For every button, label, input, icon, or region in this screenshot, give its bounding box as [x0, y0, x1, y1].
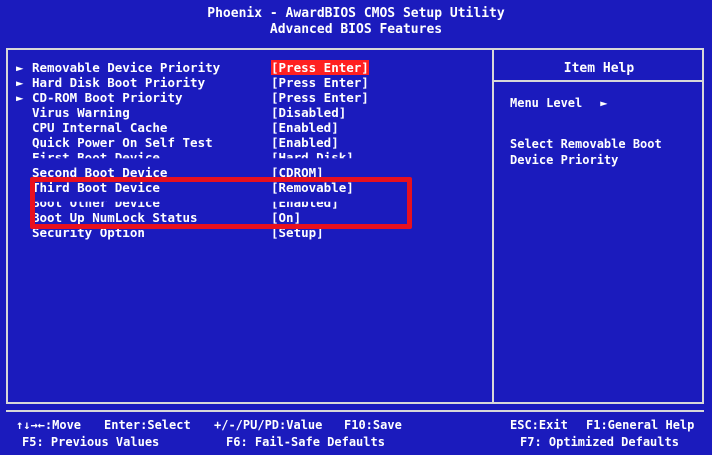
- setting-label: Virus Warning: [32, 105, 130, 120]
- setting-hard-disk-boot-priority[interactable]: ► Hard Disk Boot Priority [Press Enter]: [16, 75, 486, 90]
- setting-virus-warning[interactable]: Virus Warning [Disabled]: [16, 105, 486, 120]
- triangle-right-icon: ►: [16, 90, 24, 105]
- key-legend: ↑↓→←:Move Enter:Select +/-/PU/PD:Value F…: [0, 417, 712, 455]
- setting-first-boot-device[interactable]: First Boot Device [Hard Disk]: [16, 150, 486, 165]
- key-enter: Enter:Select: [104, 418, 191, 432]
- setting-cdrom-boot-priority[interactable]: ► CD-ROM Boot Priority [Press Enter]: [16, 90, 486, 105]
- item-help-title: Item Help: [563, 61, 635, 76]
- setting-cpu-internal-cache[interactable]: CPU Internal Cache [Enabled]: [16, 120, 486, 135]
- menu-level: Menu Level ►: [510, 96, 607, 110]
- menu-level-label: Menu Level: [510, 96, 583, 110]
- setting-label: Removable Device Priority: [32, 60, 221, 75]
- setting-value[interactable]: [Enabled]: [271, 120, 339, 135]
- key-general-help: F1:General Help: [586, 418, 695, 432]
- bios-screen: Phoenix - AwardBIOS CMOS Setup Utility A…: [0, 0, 712, 455]
- key-fail-safe-defaults: F6: Fail-Safe Defaults: [226, 435, 385, 449]
- page-title: Advanced BIOS Features: [269, 22, 443, 37]
- panel-divider: [492, 48, 494, 404]
- setting-removable-device-priority[interactable]: ► Removable Device Priority [Press Enter…: [16, 60, 486, 75]
- triangle-right-icon: ►: [16, 75, 24, 90]
- setting-value[interactable]: [Press Enter]: [271, 60, 369, 75]
- setting-label: Quick Power On Self Test: [32, 135, 213, 150]
- setting-value[interactable]: [Disabled]: [271, 105, 346, 120]
- key-value: +/-/PU/PD:Value: [214, 418, 323, 432]
- setting-value[interactable]: [Press Enter]: [271, 75, 369, 90]
- key-previous-values: F5: Previous Values: [22, 435, 160, 449]
- key-save: F10:Save: [344, 418, 402, 432]
- key-move: ↑↓→←:Move: [16, 418, 82, 432]
- title-bar: Phoenix - AwardBIOS CMOS Setup Utility A…: [0, 0, 712, 44]
- annotation-highlight-box: [30, 177, 412, 229]
- key-optimized-defaults: F7: Optimized Defaults: [520, 435, 679, 449]
- menu-level-arrow-icon: ►: [600, 96, 608, 110]
- setting-value[interactable]: [Press Enter]: [271, 90, 369, 105]
- help-description: Select Removable Boot Device Priority: [510, 137, 662, 167]
- triangle-right-icon: ►: [16, 60, 24, 75]
- footer-divider: [6, 410, 704, 412]
- setting-quick-power-on-self-test[interactable]: Quick Power On Self Test [Enabled]: [16, 135, 486, 150]
- setting-label: CPU Internal Cache: [32, 120, 168, 135]
- key-exit: ESC:Exit: [510, 418, 568, 432]
- setting-label: First Boot Device: [32, 150, 160, 165]
- utility-title: Phoenix - AwardBIOS CMOS Setup Utility: [207, 6, 505, 21]
- help-header-divider: [494, 80, 704, 82]
- setting-label: CD-ROM Boot Priority: [32, 90, 183, 105]
- setting-label: Hard Disk Boot Priority: [32, 75, 206, 90]
- setting-value[interactable]: [Enabled]: [271, 135, 339, 150]
- setting-value[interactable]: [Hard Disk]: [271, 150, 354, 158]
